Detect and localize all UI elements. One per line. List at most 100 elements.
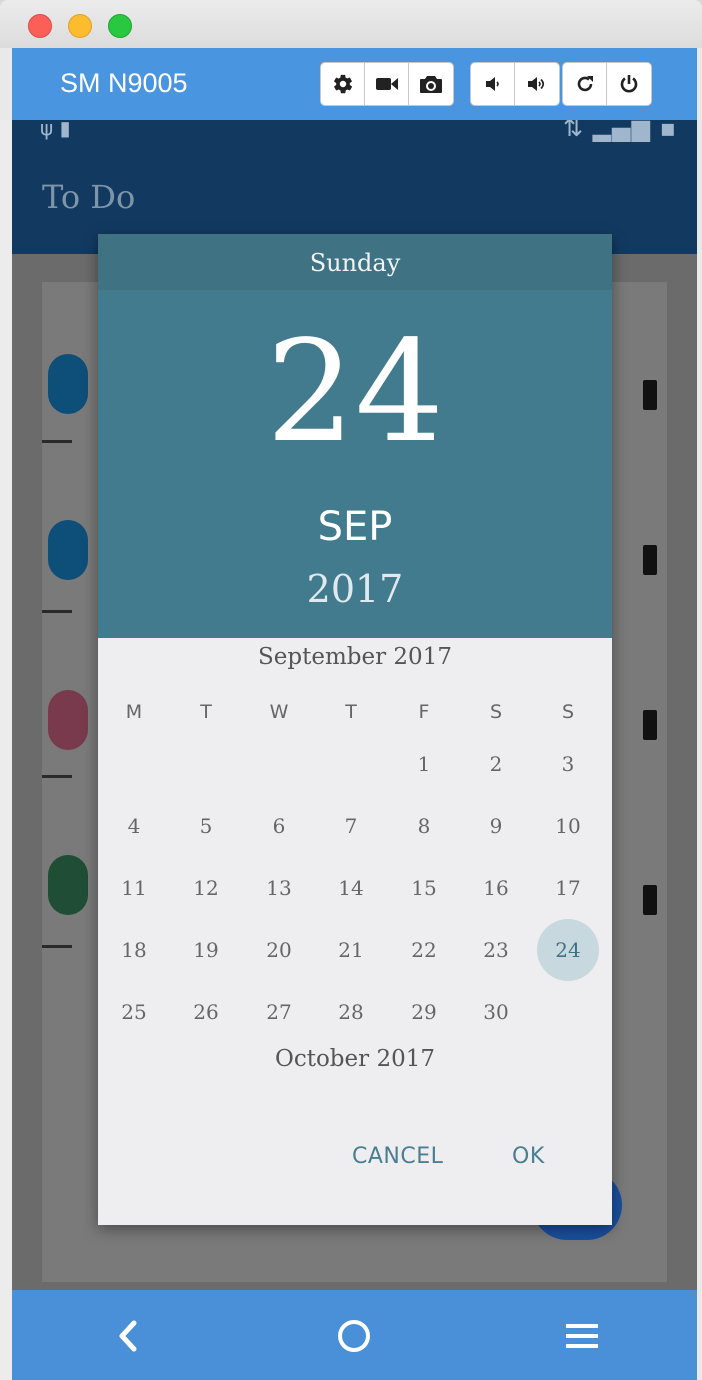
rotate-icon [577,76,593,92]
weekday-label: S [489,701,503,723]
calendar-day[interactable]: 15 [394,868,454,908]
calendar-day-selected[interactable]: 24 [538,930,598,970]
calendar-month-title: September 2017 [258,644,452,670]
minimize-window-button[interactable] [68,14,92,38]
volume-button-group [470,62,560,106]
todo-item-dot [48,855,88,915]
back-icon [119,1320,137,1352]
maximize-window-button[interactable] [108,14,132,38]
calendar-day[interactable]: 2 [466,744,526,784]
volume-up-icon [528,77,545,91]
menu-button[interactable] [562,1316,602,1356]
calendar-day[interactable] [176,744,236,784]
weekday-label: M [125,701,143,723]
calendar-day[interactable]: 13 [249,868,309,908]
weekday-label: F [418,701,430,723]
calendar-day[interactable]: 7 [321,806,381,846]
emulator-window: SM N9005 ψ ▮ ⇅ ▂▄▆ ▪ To Do Sunday 24 SEP… [0,0,702,1380]
android-status-bar: ψ ▮ ⇅ ▂▄▆ ▪ [12,120,697,144]
settings-button[interactable] [321,63,365,105]
calendar-week-row: 4 5 6 7 8 9 10 [98,806,612,846]
calendar-day[interactable]: 30 [466,992,526,1032]
calendar-day[interactable]: 8 [394,806,454,846]
calendar-day[interactable]: 25 [104,992,164,1032]
rotate-button[interactable] [563,63,607,105]
menu-icon [566,1324,598,1348]
calendar-day[interactable]: 11 [104,868,164,908]
device-name: SM N9005 [60,68,188,98]
delete-icon[interactable] [643,885,657,915]
calendar-week-row: 1 2 3 [98,744,612,784]
weekday-label: S [561,701,575,723]
todo-item-dot [48,690,88,750]
selected-year[interactable]: 2017 [98,567,612,611]
calendar-day[interactable]: 5 [176,806,236,846]
close-window-button[interactable] [28,14,52,38]
calendar-day[interactable]: 9 [466,806,526,846]
todo-item-divider [42,440,72,443]
volume-up-button[interactable] [515,63,559,105]
delete-icon[interactable] [643,710,657,740]
power-button-group [562,62,652,106]
calendar-day[interactable] [249,744,309,784]
todo-item-divider [42,610,72,613]
calendar-day[interactable]: 22 [394,930,454,970]
calendar-day[interactable]: 16 [466,868,526,908]
calendar-day[interactable]: 18 [104,930,164,970]
weekday-header-row: M T W T F S S [98,692,612,732]
usb-icon: ψ ▮ [40,120,71,140]
delete-icon[interactable] [643,380,657,410]
calendar-day[interactable]: 6 [249,806,309,846]
cancel-button[interactable]: CANCEL [352,1144,443,1169]
calendar-day[interactable] [321,744,381,784]
weekday-label: W [269,701,289,723]
power-icon [620,75,638,93]
device-toolbar: SM N9005 [12,48,697,120]
calendar-day[interactable]: 12 [176,868,236,908]
power-button[interactable] [607,63,651,105]
date-picker-dialog: Sunday 24 SEP 2017 September 2017 M T W … [98,234,612,1225]
home-icon [338,1320,370,1352]
calendar-day[interactable]: 17 [538,868,598,908]
calendar-day[interactable]: 19 [176,930,236,970]
calendar-day[interactable]: 14 [321,868,381,908]
calendar-day[interactable] [538,992,598,1032]
weekday-label: T [345,701,357,723]
camera-icon [420,76,442,93]
todo-item-divider [42,945,72,948]
gear-icon [333,74,352,94]
calendar-week-row: 11 12 13 14 15 16 17 [98,868,612,908]
todo-item-divider [42,775,72,778]
calendar-day[interactable] [104,744,164,784]
calendar-day[interactable]: 4 [104,806,164,846]
selected-day-number[interactable]: 24 [98,318,612,468]
home-button[interactable] [334,1316,374,1356]
selected-weekday: Sunday [98,234,612,290]
app-title: To Do [42,178,136,216]
phone-screen: ψ ▮ ⇅ ▂▄▆ ▪ To Do Sunday 24 SEP 2017 Sep… [12,120,697,1290]
calendar-day[interactable]: 3 [538,744,598,784]
ok-button[interactable]: OK [512,1144,545,1169]
volume-down-icon [485,77,499,91]
calendar-day[interactable]: 23 [466,930,526,970]
volume-down-button[interactable] [471,63,515,105]
calendar-day[interactable]: 26 [176,992,236,1032]
calendar-day[interactable]: 20 [249,930,309,970]
back-button[interactable] [108,1316,148,1356]
screenshot-button[interactable] [409,63,453,105]
todo-item-dot [48,520,88,580]
calendar-day[interactable]: 10 [538,806,598,846]
selected-month[interactable]: SEP [98,504,612,550]
calendar-day[interactable]: 1 [394,744,454,784]
calendar-week-row: 18 19 20 21 22 23 24 [98,919,612,981]
video-camera-icon [375,78,398,90]
delete-icon[interactable] [643,545,657,575]
calendar-day[interactable]: 27 [249,992,309,1032]
record-video-button[interactable] [365,63,409,105]
calendar-day[interactable]: 28 [321,992,381,1032]
calendar-day[interactable]: 29 [394,992,454,1032]
android-nav-bar [12,1290,697,1380]
calendar-day[interactable]: 21 [321,930,381,970]
capture-button-group [320,62,454,106]
background-app-strip [0,120,12,1380]
